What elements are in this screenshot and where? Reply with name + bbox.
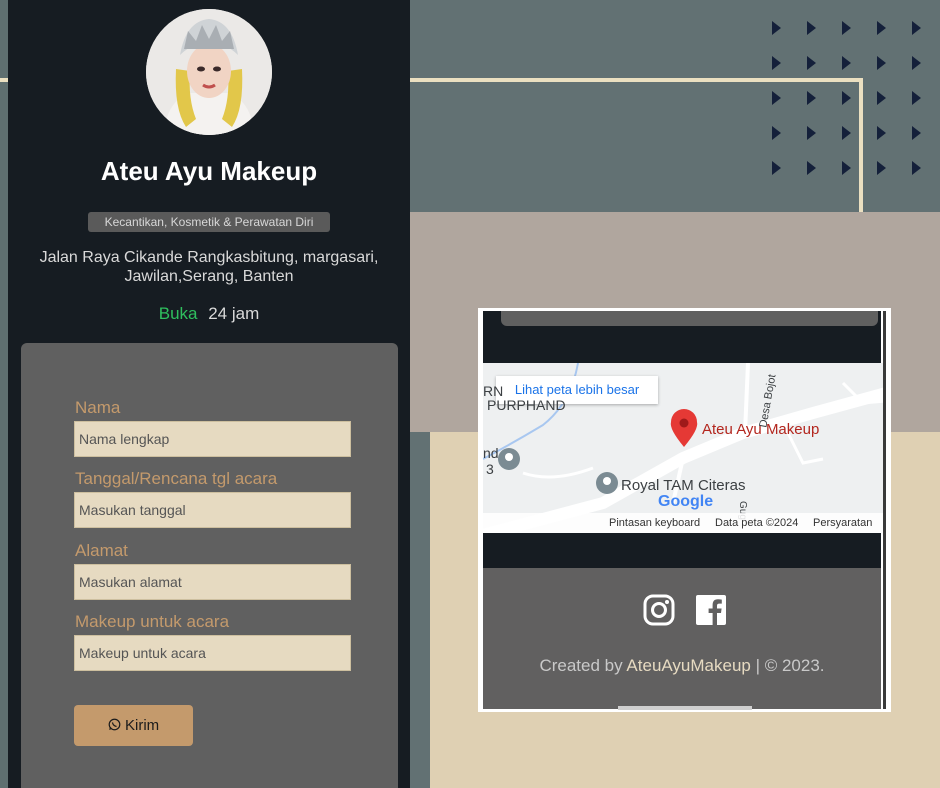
- address-input[interactable]: [74, 564, 351, 600]
- decorative-arrow: [912, 56, 921, 70]
- profile-avatar: [146, 9, 272, 135]
- decorative-arrow: [912, 126, 921, 140]
- decorative-arrow: [842, 91, 851, 105]
- facebook-icon[interactable]: [695, 594, 727, 626]
- open-status: Buka: [158, 304, 198, 323]
- decorative-arrow: [877, 21, 886, 35]
- site-footer: Created by AteuAyuMakeup | © 2023.: [483, 568, 881, 709]
- decorative-arrow: [807, 56, 816, 70]
- map-pin-label[interactable]: Ateu Ayu Makeup: [702, 421, 819, 438]
- card-header: [483, 311, 881, 367]
- decorative-arrow: [877, 161, 886, 175]
- background-left-strip: [0, 0, 8, 788]
- background-slate-low: [410, 432, 430, 788]
- decorative-line-vertical: [859, 78, 863, 212]
- credit-suffix: | © 2023.: [755, 656, 825, 675]
- decorative-arrow: [877, 91, 886, 105]
- event-input[interactable]: [74, 635, 351, 671]
- decorative-arrow: [807, 161, 816, 175]
- avatar-image: [146, 9, 272, 135]
- hours-value: 24 jam: [208, 304, 260, 323]
- submit-button[interactable]: Kirim: [74, 705, 193, 746]
- card-tab: [501, 311, 878, 326]
- credit-prefix: Created by: [539, 656, 623, 675]
- decorative-arrow: [807, 21, 816, 35]
- embedded-map[interactable]: Lihat peta lebih besar RN PURPHAND nd 3 …: [483, 363, 886, 535]
- map-edge-label-2: PURPHAND: [487, 397, 566, 413]
- map-terms-link[interactable]: Persyaratan: [813, 517, 872, 529]
- decorative-arrow: [772, 126, 781, 140]
- decorative-arrow: [842, 126, 851, 140]
- decorative-arrow: [842, 56, 851, 70]
- date-label: Tanggal/Rencana tgl acara: [75, 469, 278, 488]
- decorative-arrow: [912, 161, 921, 175]
- map-card: Lihat peta lebih besar RN PURPHAND nd 3 …: [478, 308, 891, 712]
- map-shortcuts-link[interactable]: Pintasan keyboard: [609, 517, 700, 529]
- decorative-arrow: [877, 126, 886, 140]
- name-label: Nama: [75, 398, 121, 417]
- decorative-arrow: [807, 126, 816, 140]
- decorative-arrow: [772, 161, 781, 175]
- business-name: Ateu Ayu Makeup: [100, 156, 318, 186]
- decorative-arrow: [842, 161, 851, 175]
- home-indicator: [618, 706, 752, 710]
- name-input[interactable]: [74, 421, 351, 457]
- card-divider: [483, 533, 881, 569]
- map-data-text: Data peta ©2024: [715, 517, 799, 529]
- decorative-arrow: [807, 91, 816, 105]
- opening-hours: Buka 24 jam: [8, 304, 410, 324]
- credit-brand-link[interactable]: AteuAyuMakeup: [626, 656, 750, 675]
- map-edge-label-3: nd: [483, 445, 499, 461]
- event-label: Makeup untuk acara: [75, 612, 230, 631]
- map-poi-label[interactable]: Royal TAM Citeras: [621, 477, 745, 494]
- date-input[interactable]: [74, 492, 351, 528]
- category-badge: Kecantikan, Kosmetik & Perawatan Diri: [88, 212, 330, 232]
- decorative-arrow: [772, 91, 781, 105]
- map-edge-label-4: 3: [486, 461, 494, 477]
- decorative-arrow: [842, 21, 851, 35]
- scrollbar[interactable]: [883, 311, 886, 709]
- business-address: Jalan Raya Cikande Rangkasbitung, margas…: [39, 249, 379, 285]
- map-footer: Pintasan keyboard Data peta ©2024 Persya…: [483, 513, 886, 535]
- footer-credit: Created by AteuAyuMakeup | © 2023.: [483, 656, 881, 676]
- decorative-arrow: [877, 56, 886, 70]
- google-logo: Google: [658, 493, 714, 510]
- decorative-arrow: [772, 56, 781, 70]
- instagram-icon[interactable]: [643, 594, 675, 626]
- whatsapp-icon: [108, 718, 121, 731]
- decorative-arrow: [772, 21, 781, 35]
- address-label: Alamat: [75, 541, 128, 560]
- submit-label: Kirim: [125, 717, 160, 734]
- decorative-arrow: [912, 21, 921, 35]
- decorative-arrow: [912, 91, 921, 105]
